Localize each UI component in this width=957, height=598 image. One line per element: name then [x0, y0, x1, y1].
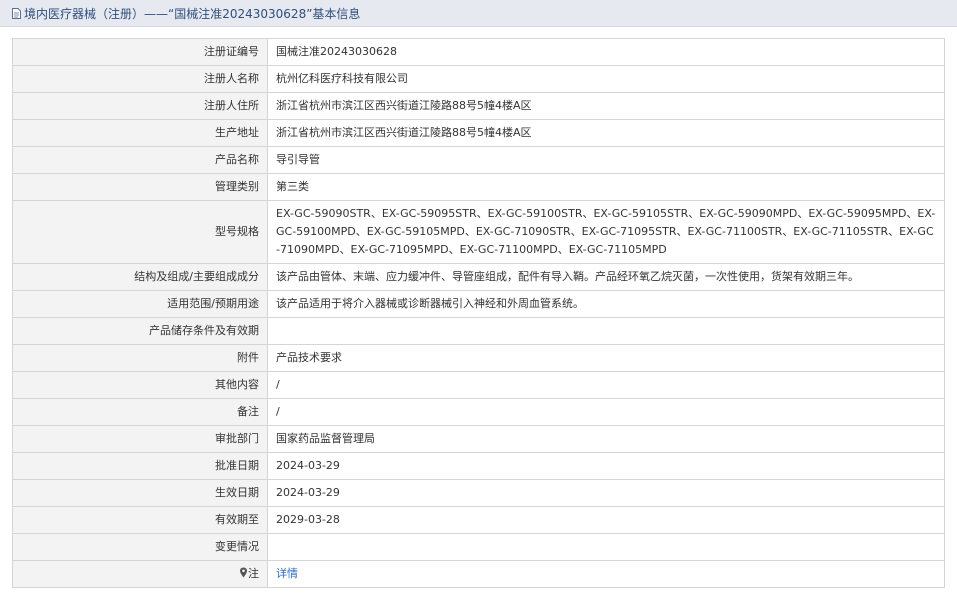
row-value: 该产品适用于将介入器械或诊断器械引入神经和外周血管系统。: [267, 290, 945, 318]
row-label: 变更情况: [12, 533, 268, 561]
table-row: 结构及组成/主要组成成分 该产品由管体、末端、应力缓冲件、导管座组成，配件有导入…: [12, 263, 945, 291]
table-row: 附件 产品技术要求: [12, 344, 945, 372]
row-label: 备注: [12, 398, 268, 426]
table-row: 注册人住所 浙江省杭州市滨江区西兴街道江陵路88号5幢4楼A区: [12, 92, 945, 120]
row-value: 国械注准20243030628: [267, 38, 945, 66]
table-row: 型号规格 EX-GC-59090STR、EX-GC-59095STR、EX-GC…: [12, 200, 945, 264]
pin-icon: [240, 567, 247, 578]
table-row: 注册证编号 国械注准20243030628: [12, 38, 945, 66]
note-row: 注 详情: [12, 560, 945, 588]
row-label: 产品储存条件及有效期: [12, 317, 268, 345]
row-label: 适用范围/预期用途: [12, 290, 268, 318]
row-label: 管理类别: [12, 173, 268, 201]
row-label: 结构及组成/主要组成成分: [12, 263, 268, 291]
row-value: /: [267, 398, 945, 426]
row-label: 注册人住所: [12, 92, 268, 120]
row-label: 有效期至: [12, 506, 268, 534]
table-row: 变更情况: [12, 533, 945, 561]
row-value: /: [267, 371, 945, 399]
row-value: 浙江省杭州市滨江区西兴街道江陵路88号5幢4楼A区: [267, 119, 945, 147]
details-link[interactable]: 详情: [276, 567, 298, 580]
table-row: 生效日期 2024-03-29: [12, 479, 945, 507]
row-value: 杭州亿科医疗科技有限公司: [267, 65, 945, 93]
note-label: 注: [248, 567, 259, 580]
page-header: 境内医疗器械（注册）——“国械注准20243030628”基本信息: [0, 0, 957, 27]
row-value: 2029-03-28: [267, 506, 945, 534]
table-row: 注册人名称 杭州亿科医疗科技有限公司: [12, 65, 945, 93]
row-value: 第三类: [267, 173, 945, 201]
table-row: 管理类别 第三类: [12, 173, 945, 201]
row-value: 国家药品监督管理局: [267, 425, 945, 453]
table-row: 有效期至 2029-03-28: [12, 506, 945, 534]
row-value: 导引导管: [267, 146, 945, 174]
info-table: 注册证编号 国械注准20243030628 注册人名称 杭州亿科医疗科技有限公司…: [12, 38, 945, 588]
row-label: 附件: [12, 344, 268, 372]
row-value: 产品技术要求: [267, 344, 945, 372]
row-value: EX-GC-59090STR、EX-GC-59095STR、EX-GC-5910…: [267, 200, 945, 264]
table-row: 审批部门 国家药品监督管理局: [12, 425, 945, 453]
document-icon: [12, 7, 21, 19]
table-row: 其他内容 /: [12, 371, 945, 399]
row-label: 型号规格: [12, 200, 268, 264]
row-label: 其他内容: [12, 371, 268, 399]
table-row: 备注 /: [12, 398, 945, 426]
row-label: 生效日期: [12, 479, 268, 507]
table-row: 产品储存条件及有效期: [12, 317, 945, 345]
note-label-cell: 注: [12, 560, 268, 588]
row-label: 生产地址: [12, 119, 268, 147]
row-value: [267, 533, 945, 561]
row-value: [267, 317, 945, 345]
note-value-cell: 详情: [267, 560, 945, 588]
row-label: 批准日期: [12, 452, 268, 480]
table-row: 适用范围/预期用途 该产品适用于将介入器械或诊断器械引入神经和外周血管系统。: [12, 290, 945, 318]
row-label: 产品名称: [12, 146, 268, 174]
page-title: 境内医疗器械（注册）——“国械注准20243030628”基本信息: [24, 6, 361, 21]
table-row: 批准日期 2024-03-29: [12, 452, 945, 480]
table-row: 产品名称 导引导管: [12, 146, 945, 174]
row-value: 该产品由管体、末端、应力缓冲件、导管座组成，配件有导入鞘。产品经环氧乙烷灭菌，一…: [267, 263, 945, 291]
row-value: 2024-03-29: [267, 479, 945, 507]
row-value: 浙江省杭州市滨江区西兴街道江陵路88号5幢4楼A区: [267, 92, 945, 120]
table-row: 生产地址 浙江省杭州市滨江区西兴街道江陵路88号5幢4楼A区: [12, 119, 945, 147]
row-label: 注册证编号: [12, 38, 268, 66]
row-value: 2024-03-29: [267, 452, 945, 480]
row-label: 注册人名称: [12, 65, 268, 93]
row-label: 审批部门: [12, 425, 268, 453]
